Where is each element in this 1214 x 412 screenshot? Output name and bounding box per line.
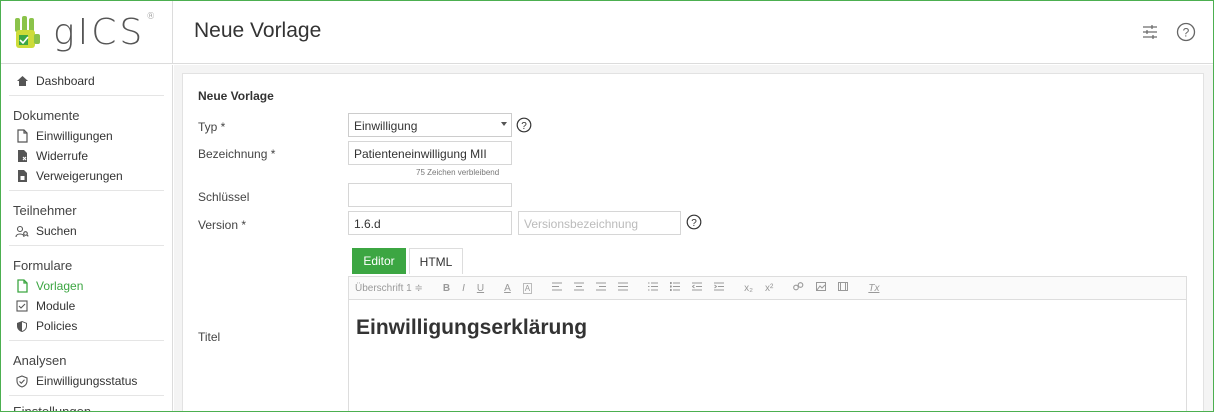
sidebar-item-vorlagen[interactable]: Vorlagen [1,276,172,296]
text-color-button[interactable]: A [504,283,511,294]
sidebar-item-policies[interactable]: Policies [1,316,172,336]
help-icon[interactable]: ? [1175,21,1197,43]
brand[interactable]: gICS® [1,1,173,64]
align-center-icon[interactable] [574,282,585,294]
ordered-list-icon[interactable] [648,282,659,294]
home-icon [15,74,29,88]
file-cancel-icon [15,149,29,163]
header-actions: ? [1139,21,1197,43]
sidebar-item-einwilligungen[interactable]: Einwilligungen [1,126,172,146]
version-help-icon[interactable]: ? [686,214,702,230]
sidebar-heading-formulare: Formulare [13,257,73,273]
heading-format-select[interactable]: Überschrift 1 ≑ [355,283,423,294]
sidebar-item-verweigerungen[interactable]: Verweigerungen [1,166,172,186]
user-search-icon [15,224,29,238]
form-title: Neue Vorlage [198,89,274,103]
image-icon[interactable] [816,282,827,294]
main-content: Neue Vorlage Typ * Einwilligung ? Bezeic… [174,65,1213,411]
sidebar-item-widerrufe[interactable]: Widerrufe [1,146,172,166]
sidebar-item-module[interactable]: Module [1,296,172,316]
video-icon[interactable] [838,282,849,294]
titel-label: Titel [198,330,221,344]
chevron-down-icon [501,122,507,126]
bullet-list-icon[interactable] [669,281,681,294]
superscript-button[interactable]: x² [765,283,773,294]
svg-text:?: ? [521,121,527,132]
editor-content-heading[interactable]: Einwilligungserklärung [356,316,587,340]
sidebar-heading-einstellungen[interactable]: Einstellungen [1,400,172,412]
sidebar-heading-teilnehmer: Teilnehmer [13,202,77,218]
subscript-button[interactable]: x₂ [744,283,753,294]
indent-increase-icon[interactable] [714,282,725,294]
sidebar-item-einwilligungsstatus[interactable]: Einwilligungsstatus [1,371,172,391]
tab-html[interactable]: HTML [409,248,463,274]
underline-button[interactable]: U [477,283,484,294]
sidebar-item-label: Policies [36,319,78,333]
align-right-icon[interactable] [596,282,607,294]
link-icon[interactable] [793,282,804,294]
sidebar-item-label: Verweigerungen [36,169,123,183]
svg-text:?: ? [1183,26,1190,40]
version-name-input[interactable]: Versionsbezeichnung [518,211,681,235]
version-input[interactable]: 1.6.d [348,211,512,235]
editor-toolbar: Überschrift 1 ≑ B I U A A x₂ x² Tx [348,276,1187,300]
file-add-icon [15,129,29,143]
sidebar-item-label: Module [36,299,76,313]
title-editor[interactable]: Einwilligungserklärung [348,300,1187,411]
sidebar-item-label: Suchen [36,224,77,238]
sidebar: Dashboard Dokumente Einwilligungen Wider… [1,65,173,412]
schluessel-input[interactable] [348,183,512,207]
shield-check-icon [15,374,29,388]
bold-button[interactable]: B [443,283,450,294]
sidebar-item-dashboard[interactable]: Dashboard [1,71,172,91]
svg-text:?: ? [691,218,697,229]
file-icon [15,279,29,293]
remaining-chars-hint: 75 Zeichen verbleibend [416,168,500,177]
top-header: gICS® Neue Vorlage ? [1,1,1213,64]
background-color-button[interactable]: A [522,282,533,294]
sidebar-heading-dokumente: Dokumente [13,107,80,123]
gics-logo-icon [13,14,43,52]
typ-label: Typ * [198,120,226,134]
bezeichnung-label: Bezeichnung * [198,147,276,161]
shield-icon [15,319,29,333]
typ-selected-value: Einwilligung [354,119,418,133]
page-title: Neue Vorlage [194,19,322,42]
schluessel-label: Schlüssel [198,190,250,204]
typ-select[interactable]: Einwilligung [348,113,512,137]
sidebar-item-label: Vorlagen [36,279,84,293]
clear-format-button[interactable]: Tx [868,283,879,294]
version-label: Version * [198,218,247,232]
typ-help-icon[interactable]: ? [516,117,532,133]
checkbox-icon [15,299,29,313]
align-left-icon[interactable] [552,282,563,294]
sidebar-item-suchen[interactable]: Suchen [1,221,172,241]
app-window: gICS® Neue Vorlage ? Dashboard Dokumente… [0,0,1214,412]
sidebar-heading-analysen: Analysen [13,352,67,368]
settings-sliders-icon[interactable] [1139,21,1161,43]
sidebar-item-label: Dashboard [36,74,95,88]
file-lock-icon [15,169,29,183]
sidebar-item-label: Widerrufe [36,149,89,163]
tab-editor[interactable]: Editor [352,248,406,274]
italic-button[interactable]: I [462,283,465,294]
bezeichnung-input[interactable]: Patienteneinwilligung MII [348,141,512,165]
align-justify-icon[interactable] [618,282,629,294]
sidebar-item-label: Einwilligungsstatus [36,374,138,388]
sidebar-item-label: Einwilligungen [36,129,113,143]
indent-decrease-icon[interactable] [691,282,703,294]
form-panel: Neue Vorlage Typ * Einwilligung ? Bezeic… [182,73,1204,411]
brand-name: gICS® [53,12,159,53]
